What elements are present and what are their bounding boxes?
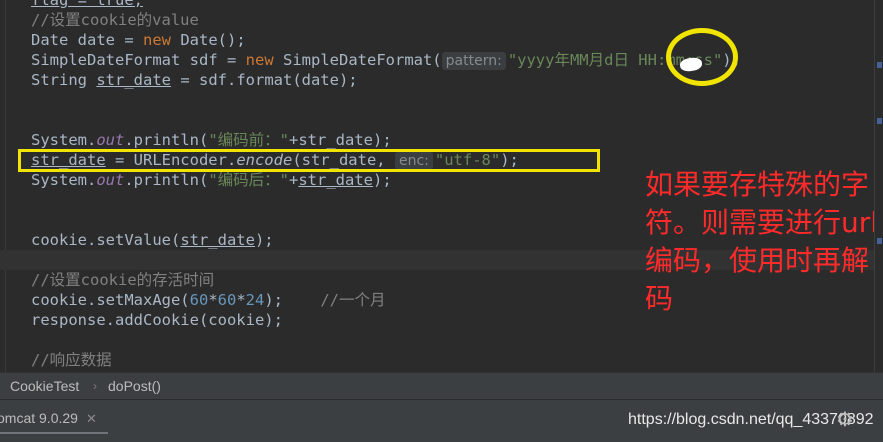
code-line-println-before[interactable]: System.out.println("编码前："+str_date); <box>31 130 392 150</box>
gear-icon[interactable]: ⚙ <box>836 407 854 432</box>
run-tool-window-bar: omcat 9.0.29 ✕ https://blog.csdn.net/qq_4… <box>0 399 883 442</box>
code-operator: * <box>208 291 218 309</box>
code-var: sdf <box>189 51 218 69</box>
code-text: +str_date); <box>289 131 392 149</box>
code-number: 60 <box>189 291 209 309</box>
code-call: .println( <box>124 171 209 189</box>
code-comment: //设置cookie的value <box>31 11 199 29</box>
code-text: + <box>289 171 299 189</box>
close-icon[interactable]: ✕ <box>86 411 97 426</box>
code-call: .println( <box>124 131 209 149</box>
breadcrumb-method[interactable]: doPost() <box>108 373 161 399</box>
code-type: String <box>31 71 87 89</box>
code-type: SimpleDateFormat <box>31 51 181 69</box>
scroll-marker <box>877 238 882 244</box>
code-text: System. <box>31 131 97 149</box>
code-text: flag = true; <box>31 0 143 9</box>
code-string: "编码后：" <box>208 171 289 189</box>
code-call: cookie.setValue( <box>31 231 181 249</box>
code-var: str_date <box>96 71 171 89</box>
code-var: str_date <box>298 171 373 189</box>
code-editor[interactable]: flag = true; //设置cookie的value Date date … <box>0 0 883 372</box>
code-number: 24 <box>245 291 265 309</box>
code-line-date[interactable]: Date date = new Date(); <box>31 30 246 50</box>
code-text: response.addCookie(cookie); <box>31 311 283 329</box>
code-comment: //设置cookie的存活时间 <box>31 271 215 289</box>
annotation-text: 如果要存特殊的字符。则需要进行url编码，使用时再解码 <box>645 168 879 315</box>
code-comment: //一个月 <box>320 291 386 309</box>
code-var: date <box>77 31 115 49</box>
code-text: ); <box>254 231 274 249</box>
code-text: = sdf.format(date); <box>171 71 358 89</box>
code-line-comment-age[interactable]: //设置cookie的存活时间 <box>31 270 214 290</box>
code-operator: * <box>236 291 246 309</box>
gutter-divider <box>5 0 6 372</box>
code-field: out <box>96 131 125 149</box>
code-line-flag[interactable]: flag = true; <box>31 0 143 10</box>
code-line-comment-value[interactable]: //设置cookie的value <box>31 10 199 30</box>
code-keyword: new <box>143 31 171 49</box>
code-text: System. <box>31 171 97 189</box>
code-line-add-cookie[interactable]: response.addCookie(cookie); <box>31 310 283 330</box>
code-number: 60 <box>217 291 237 309</box>
tab-label: omcat 9.0.29 <box>0 410 78 426</box>
code-call: Date(); <box>180 31 246 49</box>
code-field: out <box>96 171 125 189</box>
highlight-box <box>18 149 600 172</box>
tab-underline <box>0 432 108 434</box>
code-type: Date <box>31 31 69 49</box>
highlight-circle <box>666 28 738 86</box>
code-line-sdf[interactable]: SimpleDateFormat sdf = new SimpleDateFor… <box>31 50 741 70</box>
code-line-comment-response[interactable]: //响应数据 <box>31 350 112 370</box>
code-var: str_date <box>180 231 255 249</box>
code-keyword: new <box>245 51 274 69</box>
scrollbar[interactable] <box>874 0 883 372</box>
code-line-set-max-age[interactable]: cookie.setMaxAge(60*60*24); //一个月 <box>31 290 386 310</box>
breadcrumb: CookieTest › doPost() <box>0 372 883 399</box>
code-comment: //响应数据 <box>31 351 112 369</box>
code-string: "编码前：" <box>208 131 289 149</box>
tab-tomcat[interactable]: omcat 9.0.29 ✕ <box>0 405 97 431</box>
code-line-println-after[interactable]: System.out.println("编码后："+str_date); <box>31 170 392 190</box>
code-line-str-date[interactable]: String str_date = sdf.format(date); <box>31 70 358 90</box>
code-call: cookie.setMaxAge( <box>31 291 190 309</box>
scroll-marker <box>877 118 882 124</box>
breadcrumb-separator: › <box>93 379 97 393</box>
breadcrumb-class[interactable]: CookieTest <box>10 373 79 399</box>
code-line-set-value[interactable]: cookie.setValue(str_date); <box>31 230 274 250</box>
code-text: ); <box>373 171 392 189</box>
code-text: ); <box>264 291 284 309</box>
parameter-hint: pattern: <box>441 52 506 70</box>
code-call: SimpleDateFormat( <box>283 51 442 69</box>
scroll-marker <box>877 62 882 68</box>
